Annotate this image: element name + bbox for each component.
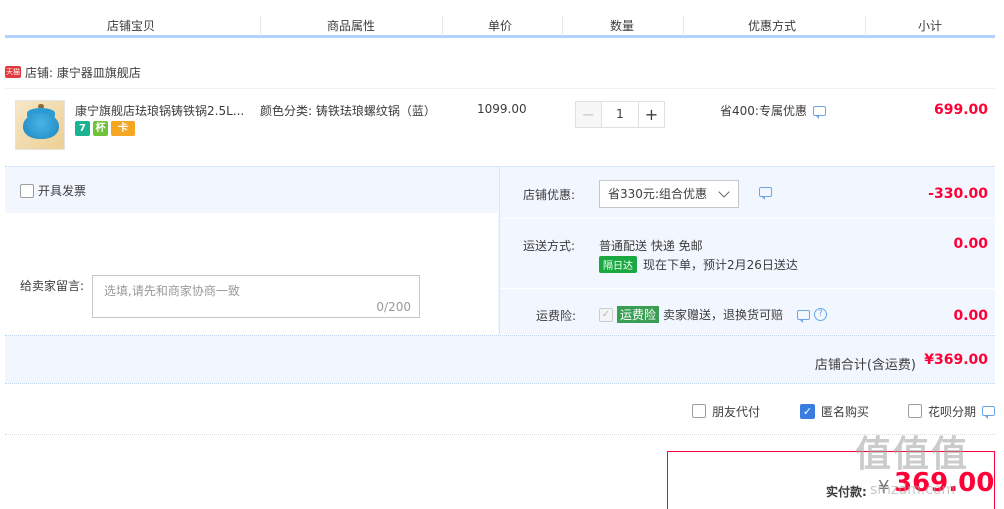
chat-icon[interactable] (812, 105, 826, 119)
anonymous-label: 匿名购买 (821, 404, 870, 419)
cart-item-row: 康宁旗舰店珐琅锅铸铁锅2.5L... 7 杯 卡 颜色分类: 铸铁珐琅螺纹锅（蓝… (5, 88, 995, 166)
huabei-label: 花呗分期 (928, 404, 977, 419)
shop-total-row: 店铺合计(含运费) ¥369.00 (5, 335, 995, 385)
insurance-desc: 卖家赠送，退换货可赔 (663, 308, 784, 322)
product-attribute: 颜色分类: 铸铁珐琅螺纹锅（蓝） (260, 104, 436, 118)
header-separator (865, 16, 866, 36)
friend-pay-checkbox[interactable] (692, 404, 706, 418)
watermark-url: smzdm.com (870, 482, 956, 498)
header-col-attr: 商品属性 (326, 19, 375, 33)
anonymous-checkbox-checked[interactable]: ✓ (800, 403, 815, 419)
shipping-eta: 现在下单，预计2月26日送达 (643, 258, 798, 272)
shop-discount-label: 店铺优惠: (523, 188, 576, 202)
invoice-section: 开具发票 (5, 167, 498, 213)
watermark-logo: 值值值 (855, 434, 970, 475)
seller-message-input[interactable]: 选填,请先和商家协商一致 0/200 (92, 275, 420, 318)
next-day-tag: 隔日达 (599, 256, 637, 273)
quantity-minus-button[interactable]: − (575, 101, 602, 128)
chat-icon[interactable] (797, 309, 811, 323)
chevron-down-icon (718, 186, 730, 198)
insurance-tag: 运费险 (617, 306, 660, 323)
insurance-checkbox-disabled: ✓ (599, 307, 613, 322)
trophy-icon: 杯 (93, 121, 108, 136)
divider (5, 434, 995, 435)
shipping-eta-row: 隔日达 现在下单，预计2月26日送达 (599, 256, 798, 273)
help-icon[interactable]: ? (814, 308, 828, 321)
shop-discount-selected: 省330元:组合优惠 (608, 187, 707, 201)
message-section: 给卖家留言: 选填,请先和商家协商一致 0/200 (5, 213, 498, 335)
invoice-option[interactable]: 开具发票 (20, 182, 86, 199)
shop-discount-amount: -330.00 (928, 186, 988, 202)
shipping-row: 运送方式: 普通配送 快递 免邮 隔日达 现在下单，预计2月26日送达 0.00 (500, 219, 995, 289)
friend-pay-label: 朋友代付 (712, 404, 761, 419)
header-separator (442, 16, 443, 36)
product-thumbnail[interactable] (15, 100, 65, 150)
header-col-qty: 数量 (609, 19, 634, 33)
pay-label: 实付款: (826, 485, 867, 499)
promo-text: 省400:专属优惠 (720, 104, 807, 118)
shop-row: 天猫 店铺: 康宁器皿旗舰店 (5, 62, 141, 82)
product-title[interactable]: 康宁旗舰店珐琅锅铸铁锅2.5L... (75, 102, 253, 119)
service-badges: 7 杯 卡 (75, 121, 135, 136)
column-header: 店铺宝贝 商品属性 单价 数量 优惠方式 小计 (5, 0, 995, 38)
insurance-row: 运费险: ✓ 运费险 卖家赠送，退换货可赔 ? 0.00 (500, 289, 995, 335)
quantity-stepper: − 1 + (575, 101, 665, 128)
header-col-promo: 优惠方式 (747, 19, 796, 33)
shipping-label: 运送方式: (523, 239, 576, 253)
shipping-method: 普通配送 快递 免邮 (599, 239, 703, 253)
shop-total-label: 店铺合计(含运费) (814, 358, 916, 373)
item-subtotal: 699.00 (933, 102, 988, 118)
header-separator (683, 16, 684, 36)
quantity-input[interactable]: 1 (602, 101, 638, 128)
chat-icon[interactable] (982, 406, 996, 419)
message-placeholder: 选填,请先和商家协商一致 (104, 284, 240, 298)
quantity-plus-button[interactable]: + (638, 101, 665, 128)
header-col-item: 店铺宝贝 (106, 19, 155, 33)
shop-name[interactable]: 店铺: 康宁器皿旗舰店 (25, 64, 141, 81)
message-label: 给卖家留言: (20, 279, 85, 293)
anonymous-option[interactable]: ✓ 匿名购买 (800, 401, 869, 421)
header-separator (260, 16, 261, 36)
huabei-option[interactable]: 花呗分期 (908, 401, 996, 421)
seven-day-return-icon: 7 (75, 121, 90, 136)
checkout-page: 店铺宝贝 商品属性 单价 数量 优惠方式 小计 天猫 店铺: 康宁器皿旗舰店 康… (0, 0, 1004, 509)
shop-discount-select[interactable]: 省330元:组合优惠 (599, 180, 739, 208)
insurance-option: ✓ 运费险 卖家赠送，退换货可赔 ? (599, 306, 828, 323)
tmall-icon: 天猫 (5, 66, 21, 78)
invoice-label: 开具发票 (38, 184, 87, 198)
item-promo: 省400:专属优惠 (720, 102, 826, 119)
invoice-checkbox[interactable] (20, 183, 34, 198)
chat-icon[interactable] (759, 187, 772, 200)
message-char-count: 0/200 (376, 300, 411, 314)
header-col-subtotal: 小计 (917, 19, 942, 33)
header-separator (562, 16, 563, 36)
unit-price: 1099.00 (477, 102, 527, 116)
insurance-amount: 0.00 (953, 308, 988, 324)
insurance-label: 运费险: (536, 309, 577, 323)
shop-discount-row: 店铺优惠: 省330元:组合优惠 -330.00 (500, 167, 995, 219)
pot-body-shape (23, 113, 59, 139)
shipping-amount: 0.00 (953, 236, 988, 252)
shop-total-amount: ¥369.00 (924, 352, 988, 368)
order-detail-panel: 开具发票 给卖家留言: 选填,请先和商家协商一致 0/200 店铺优惠: 省33… (5, 166, 995, 384)
huabei-checkbox[interactable] (908, 404, 922, 418)
header-col-price: 单价 (487, 19, 512, 33)
friend-pay-option[interactable]: 朋友代付 (692, 401, 760, 421)
credit-card-icon: 卡 (111, 121, 135, 136)
